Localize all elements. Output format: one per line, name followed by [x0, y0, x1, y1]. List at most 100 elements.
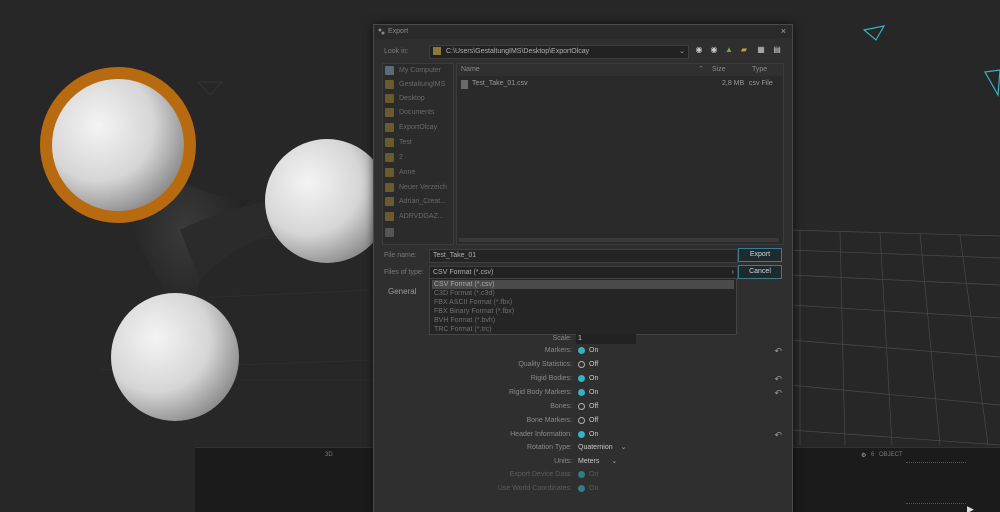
dropdown-option[interactable]: CSV Format (*.csv): [432, 280, 734, 289]
gear-icon[interactable]: ⚙: [861, 452, 866, 459]
toggle-on-icon: [578, 374, 585, 382]
file-name: Test_Take_01.csv: [472, 80, 528, 87]
column-header-name[interactable]: Name ⌃: [457, 64, 709, 76]
dropdown-option[interactable]: BVH Format (*.bvh): [432, 316, 734, 325]
setting-row-use-world-coordinates: Use World Coordinates: On: [374, 483, 792, 495]
setting-row-quality-statistics: Quality Statistics: Off: [374, 359, 792, 371]
setting-label: Export Device Data:: [509, 471, 572, 478]
folder-icon: [385, 93, 394, 103]
use-world-coordinates-toggle[interactable]: On: [578, 483, 598, 495]
place-item[interactable]: [385, 226, 451, 240]
reset-icon[interactable]: ↶: [774, 373, 782, 385]
setting-label: Quality Statistics:: [518, 361, 572, 368]
markers-toggle[interactable]: On: [578, 345, 598, 357]
dropdown-option[interactable]: FBX Binary Format (*.fbx): [432, 307, 734, 316]
rigid-body-markers-toggle[interactable]: On: [578, 387, 598, 399]
scale-input[interactable]: 1: [576, 334, 636, 344]
export-button[interactable]: Export: [738, 248, 782, 262]
bones-toggle[interactable]: Off: [578, 401, 598, 413]
rigid-bodies-toggle[interactable]: On: [578, 373, 598, 385]
header-information-toggle[interactable]: On: [578, 429, 598, 441]
setting-row-bone-markers: Bone Markers: Off: [374, 415, 792, 427]
reset-icon[interactable]: ↶: [774, 387, 782, 399]
place-item[interactable]: Documents: [385, 106, 451, 120]
export-dialog: Export × Look in: C:\Users\GestaltungIMS…: [373, 24, 793, 512]
look-in-combobox[interactable]: C:\Users\GestaltungIMS\Desktop\ExportOlc…: [429, 45, 689, 59]
play-icon[interactable]: ▶: [967, 504, 974, 512]
export-device-data-toggle[interactable]: On: [578, 469, 598, 481]
folder-icon: [385, 196, 394, 206]
bone-markers-toggle[interactable]: Off: [578, 415, 598, 427]
file-name-input[interactable]: Test_Take_01: [429, 249, 738, 263]
file-list: Name ⌃ Size Type Test_Take_01.csv 2,8 MB …: [456, 63, 784, 245]
cancel-button[interactable]: Cancel: [738, 265, 782, 279]
place-item[interactable]: ADRVDGAZ...: [385, 210, 451, 224]
list-view-icon[interactable]: ▦: [756, 45, 766, 55]
place-item[interactable]: Adrian_Creat...: [385, 195, 451, 209]
setting-row-header-information: Header Information: On ↶: [374, 429, 792, 441]
setting-label: Use World Coordinates:: [497, 485, 572, 492]
setting-label: Bones:: [550, 403, 572, 410]
places-sidebar: My Computer GestaltungIMS Desktop Docume…: [382, 63, 454, 245]
setting-row-units: Units: Meters ⌄: [374, 456, 792, 468]
setting-label: Bone Markers:: [526, 417, 572, 424]
setting-row-bones: Bones: Off: [374, 401, 792, 413]
place-item[interactable]: Neuer Verzeich: [385, 181, 451, 195]
setting-label: Scale:: [552, 335, 572, 342]
up-folder-icon[interactable]: ▲: [724, 45, 734, 55]
quality-statistics-toggle[interactable]: Off: [578, 359, 598, 371]
panel-label: 3D: [325, 452, 333, 458]
back-icon[interactable]: ◉: [694, 45, 704, 55]
reset-icon[interactable]: ↶: [774, 345, 782, 357]
units-select[interactable]: Meters ⌄: [578, 456, 617, 468]
dropdown-option[interactable]: C3D Format (*.c3d): [432, 289, 734, 298]
toggle-on-icon: [578, 430, 585, 438]
setting-row-rigid-bodies: Rigid Bodies: On ↶: [374, 373, 792, 385]
new-folder-icon[interactable]: ▰: [739, 45, 749, 55]
place-my-computer[interactable]: My Computer: [385, 64, 451, 78]
chevron-up-icon: ⌃: [698, 66, 704, 73]
horizontal-scrollbar[interactable]: [459, 238, 779, 242]
toggle-on-icon: [578, 346, 585, 354]
file-type: csv File: [749, 80, 773, 87]
reset-icon[interactable]: ↶: [774, 429, 782, 441]
setting-row-rigid-body-markers: Rigid Body Markers: On ↶: [374, 387, 792, 399]
place-item[interactable]: Test: [385, 136, 451, 150]
toggle-off-icon: [578, 402, 585, 410]
file-icon: [461, 80, 468, 89]
file-type-label: Files of type:: [384, 269, 424, 276]
place-item[interactable]: Desktop: [385, 92, 451, 106]
file-type-dropdown: CSV Format (*.csv) C3D Format (*.c3d) FB…: [429, 278, 737, 335]
folder-icon: [433, 47, 441, 56]
toggle-on-icon: [578, 388, 585, 396]
place-item[interactable]: 2: [385, 151, 451, 165]
table-row[interactable]: Test_Take_01.csv 2,8 MB csv File: [457, 79, 783, 90]
folder-icon: [385, 182, 394, 192]
setting-row-rotation-type: Rotation Type: Quaternion ⌄: [374, 442, 792, 454]
place-item[interactable]: Anne: [385, 166, 451, 180]
detail-view-icon[interactable]: ▤: [772, 45, 782, 55]
setting-label: Markers:: [544, 347, 572, 354]
setting-row-scale: Scale: 1: [374, 333, 792, 345]
place-item[interactable]: GestaltungIMS: [385, 78, 451, 92]
setting-row-export-device-data: Export Device Data: On: [374, 469, 792, 481]
close-icon[interactable]: ×: [781, 26, 786, 36]
forward-icon[interactable]: ◉: [709, 45, 719, 55]
chevron-down-icon: ⌄: [620, 444, 627, 451]
toggle-off-icon: [578, 360, 585, 368]
folder-icon: [385, 167, 394, 177]
bottom-panel-right: 6 OBJECT ⚙ ▶: [791, 447, 1000, 512]
chevron-down-icon: ⌄: [611, 458, 618, 465]
drive-icon: [385, 227, 394, 237]
app-icon: [378, 28, 385, 35]
folder-icon: [385, 211, 394, 221]
application-viewport: 3D 6 OBJECT ⚙ ▶ Export × Look in: C:\Use…: [0, 0, 1000, 512]
place-item[interactable]: ExportOlcay: [385, 121, 451, 135]
rotation-type-select[interactable]: Quaternion ⌄: [578, 442, 627, 454]
bottom-panel-left: 3D: [195, 447, 373, 512]
dropdown-option[interactable]: FBX ASCII Format (*.fbx): [432, 298, 734, 307]
setting-label: Rigid Bodies:: [530, 375, 572, 382]
dialog-title: Export: [388, 28, 409, 35]
column-header-type[interactable]: Type: [748, 64, 783, 76]
column-header-size[interactable]: Size: [708, 64, 749, 76]
